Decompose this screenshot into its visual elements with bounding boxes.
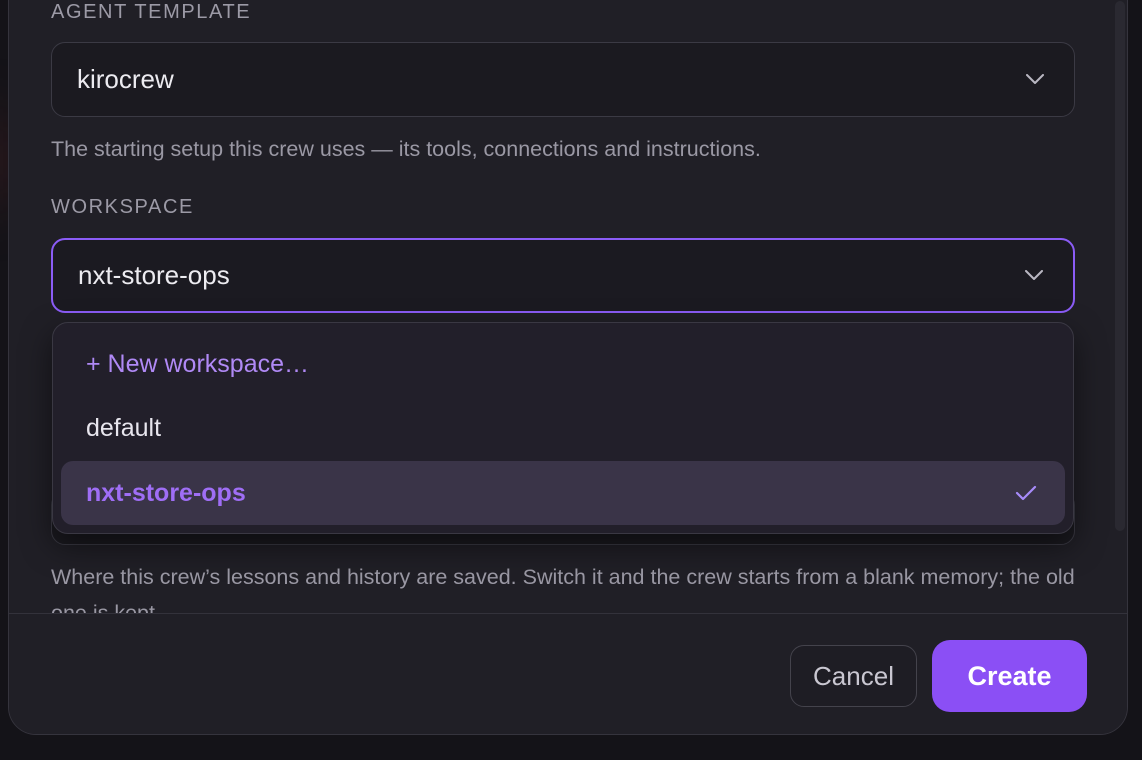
workspace-label: WORKSPACE — [51, 196, 194, 218]
chevron-down-icon — [1023, 265, 1045, 287]
cancel-button[interactable]: Cancel — [790, 645, 917, 707]
workspace-option-label: default — [86, 413, 162, 442]
new-workspace-option[interactable]: + New workspace… — [61, 332, 1065, 396]
workspace-select[interactable]: nxt-store-ops — [51, 238, 1075, 313]
workspace-value: nxt-store-ops — [78, 260, 230, 290]
agent-template-help: The starting setup this crew uses — its … — [51, 137, 761, 161]
dialog-body[interactable]: AGENT TEMPLATE kirocrew The starting set… — [9, 0, 1127, 613]
check-icon — [1015, 479, 1037, 508]
agent-template-label: AGENT TEMPLATE — [51, 1, 252, 23]
new-workspace-option-label: + New workspace… — [86, 349, 309, 378]
workspace-option-default[interactable]: default — [61, 396, 1065, 460]
dialog-footer: Cancel Create — [9, 613, 1127, 734]
create-crew-dialog: AGENT TEMPLATE kirocrew The starting set… — [8, 0, 1128, 735]
create-button[interactable]: Create — [932, 640, 1087, 712]
chevron-down-icon — [1024, 69, 1046, 91]
workspace-help: Where this crew’s lessons and history ar… — [51, 565, 1075, 613]
workspace-option-nxt-store-ops[interactable]: nxt-store-ops — [61, 461, 1065, 525]
workspace-option-label: nxt-store-ops — [86, 478, 246, 507]
dialog-scrollbar[interactable] — [1115, 1, 1125, 531]
workspace-dropdown-menu: + New workspace… default nxt-store-ops — [52, 322, 1074, 534]
agent-template-select[interactable]: kirocrew — [51, 42, 1075, 117]
agent-template-value: kirocrew — [77, 64, 174, 94]
